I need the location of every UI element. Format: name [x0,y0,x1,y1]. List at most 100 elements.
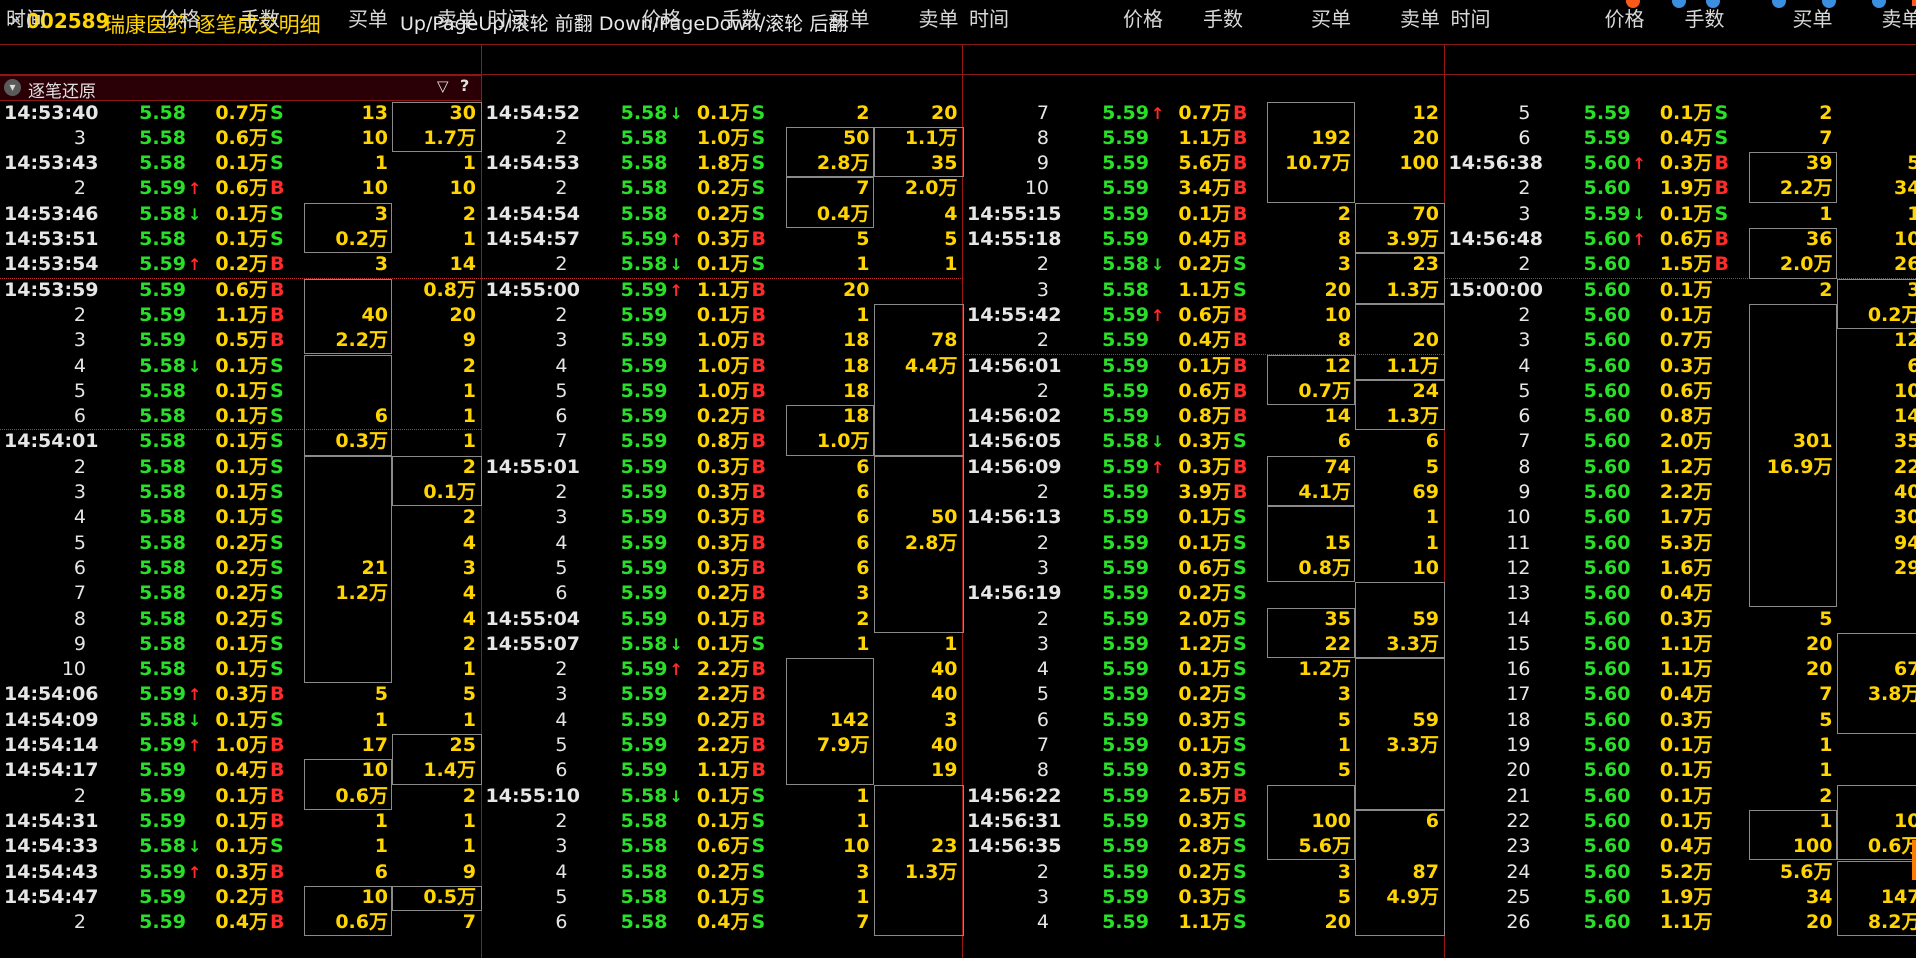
tick-row[interactable]: 14:54:06 5.59 ↑ 0.3万 B 5 5 [0,682,481,707]
tick-row[interactable]: 10 5.60 1.7万 30 [1445,505,1916,530]
tick-volume: 1.1万 [1659,658,1713,681]
tick-row[interactable]: 7 5.59 ↑ 0.7万 B 12 [963,101,1444,126]
tick-row[interactable]: 4 5.58 ↓ 0.1万 S 2 [0,354,481,379]
tick-row[interactable]: 14:56:48 5.60 ↑ 0.6万 B 36 10 [1445,227,1916,252]
tick-row[interactable]: 5 5.58 0.2万 S 4 [0,531,481,556]
tick-row[interactable]: 13 5.60 0.4万 [1445,581,1916,606]
tick-row[interactable]: 19 5.60 0.1万 1 [1445,733,1916,758]
tick-row[interactable]: 6 5.59 0.4万 S 7 [1445,126,1916,151]
tick-row[interactable]: 14:53:59 5.59 0.6万 B 0.8万 [0,278,481,303]
tick-row[interactable]: 2 5.59 3.9万 B 4.1万 69 [963,480,1444,505]
tick-row[interactable]: 14:54:09 5.58 ↓ 0.1万 S 1 1 [0,708,481,733]
sell-order: 1 [1425,506,1439,529]
tick-time: 2 [555,177,568,200]
buy-order-group [785,126,874,178]
tick-row[interactable]: 2 5.60 1.5万 B 2.0万 26 [1445,252,1916,277]
tick-row[interactable]: 20 5.60 0.1万 1 [1445,758,1916,783]
tick-price: 5.59 [620,329,668,352]
tick-time: 14:56:31 [967,809,1062,832]
tick-row[interactable]: 2 5.59 ↑ 2.2万 B 40 [482,657,963,682]
tick-row[interactable]: 14:53:54 5.59 ↑ 0.2万 B 3 14 [0,252,481,277]
tick-direction: B [751,405,766,428]
tick-row[interactable]: 8 5.60 1.2万 16.9万 22 [1445,455,1916,480]
tick-row[interactable]: 5 5.60 0.6万 10 [1445,379,1916,404]
tick-row[interactable]: 2 5.59 0.4万 B 0.6万 7 [0,910,481,935]
tick-price: 5.58 [620,809,668,832]
restore-bar[interactable]: ▾ 逐笔还原 ▽ ? [0,75,481,102]
tick-row[interactable]: 7 5.58 0.2万 S 1.2万 4 [0,581,481,606]
tick-price: 5.59 [1102,379,1149,402]
tick-row[interactable]: 6 5.60 0.8万 14 [1445,404,1916,429]
tick-volume: 2.0万 [1178,607,1231,630]
tick-row[interactable]: 14 5.60 0.3万 5 [1445,607,1916,632]
tick-volume: 0.6万 [1659,228,1713,250]
tick-row[interactable]: 3 5.60 0.7万 12 [1445,328,1916,353]
tick-row[interactable]: 2 5.59 ↑ 0.6万 B 10 10 [0,176,481,201]
tick-row[interactable]: 6 5.58 0.1万 S 6 1 [0,404,481,429]
tick-row[interactable]: 14:53:43 5.58 0.1万 S 1 1 [0,151,481,176]
tick-row[interactable]: 10 5.59 3.4万 B [963,176,1444,201]
tick-time: 5 [73,531,86,554]
tick-row[interactable]: 7 5.60 2.0万 301 35 [1445,429,1916,454]
tick-row[interactable]: 9 5.60 2.2万 40 [1445,480,1916,505]
filter-icon[interactable]: ▽ [437,77,449,95]
tick-row[interactable]: 4 5.60 0.3万 6 [1445,354,1916,379]
tick-row[interactable]: 11 5.60 5.3万 94 [1445,531,1916,556]
tick-row[interactable]: 14:56:05 5.58 ↓ 0.3万 S 6 6 [963,429,1444,454]
scroll-marker[interactable] [1912,840,1916,880]
tick-row[interactable]: 2 5.58 0.2万 S 7 2.0万 [482,176,963,201]
tick-row[interactable]: 2 5.59 0.1万 B 0.6万 2 [0,784,481,809]
tick-price: 5.58 [139,556,186,579]
tick-row[interactable]: 14:53:46 5.58 ↓ 0.1万 S 3 2 [0,202,481,227]
tick-row[interactable]: 14:56:13 5.59 0.1万 S 1 [963,505,1444,530]
tick-row[interactable]: 14:55:07 5.58 ↓ 0.1万 S 1 1 [482,632,963,657]
tick-row[interactable]: 6 5.59 1.1万 B 19 [482,758,963,783]
scroll-marker[interactable] [1912,0,1916,6]
sell-order: 1 [462,809,476,832]
tick-row[interactable]: 3 5.59 0.6万 S 0.8万 10 [963,556,1444,581]
tick-direction: B [751,658,766,681]
buy-order: 3 [1337,683,1351,706]
restore-label[interactable]: 逐笔还原 [28,77,96,102]
chevron-down-icon[interactable]: ▾ [4,79,21,96]
tick-row[interactable]: 10 5.58 0.1万 S 1 [0,657,481,682]
tick-row[interactable]: 14:54:52 5.58 ↓ 0.1万 S 2 20 [482,101,963,126]
tick-row[interactable]: 2 5.58 ↓ 0.1万 S 1 1 [482,252,963,277]
tick-row[interactable]: 14:54:33 5.58 ↓ 0.1万 S 1 1 [0,834,481,859]
tick-row[interactable]: 14:54:01 5.58 0.1万 S 0.3万 1 [0,429,481,454]
tick-row[interactable]: 14:54:31 5.59 0.1万 B 1 1 [0,809,481,834]
tick-row[interactable]: 2 5.60 1.9万 B 2.2万 34 [1445,176,1916,201]
tick-price: 5.59 [139,329,186,352]
tick-row[interactable]: 14:53:51 5.58 0.1万 S 0.2万 1 [0,227,481,252]
tick-row[interactable]: 14:55:00 5.59 ↑ 1.1万 B 20 [482,278,963,303]
tick-row[interactable]: 4 5.58 0.1万 S 2 [0,505,481,530]
tick-row[interactable]: 6 5.58 0.2万 S 21 3 [0,556,481,581]
tick-row[interactable]: 8 5.58 0.2万 S 4 [0,607,481,632]
tick-volume: 0.7万 [1178,101,1231,124]
tick-price: 5.59 [620,556,668,579]
tick-row[interactable]: 5 5.59 0.1万 S 2 [1445,101,1916,126]
tick-row[interactable]: 5 5.58 0.1万 S 1 [0,379,481,404]
tick-row[interactable]: 14:56:38 5.60 ↑ 0.3万 B 39 5 [1445,151,1916,176]
tick-volume: 0.2万 [1178,860,1231,883]
tick-row[interactable]: 14:56:09 5.59 ↑ 0.3万 B 74 5 [963,455,1444,480]
buy-order: 6 [856,455,870,478]
tick-row[interactable]: 4 5.59 0.2万 B 142 3 [482,708,963,733]
tick-row[interactable]: 9 5.59 5.6万 B 10.7万 100 [963,151,1444,176]
tick-row[interactable]: 2 5.59 0.1万 S 15 1 [963,531,1444,556]
tick-row[interactable]: 2 5.59 1.1万 B 40 20 [0,303,481,328]
tick-row[interactable]: 8 5.59 1.1万 B 192 20 [963,126,1444,151]
help-icon[interactable]: ? [460,76,469,95]
tick-row[interactable]: 14:54:54 5.58 0.2万 S 0.4万 4 [482,202,963,227]
tick-row[interactable]: 12 5.60 1.6万 29 [1445,556,1916,581]
tick-row[interactable]: 5 5.59 2.2万 B 7.9万 40 [482,733,963,758]
buy-order-group [1748,303,1837,608]
tick-row[interactable]: 14:54:43 5.59 ↑ 0.3万 B 6 9 [0,860,481,885]
buy-order-group [1267,607,1355,659]
tick-row[interactable]: 14:54:57 5.59 ↑ 0.3万 B 5 5 [482,227,963,252]
tick-row[interactable]: 9 5.58 0.1万 S 2 [0,632,481,657]
tick-row[interactable]: 3 5.59 2.2万 B 40 [482,682,963,707]
tick-row[interactable]: 3 5.59 0.5万 B 2.2万 9 [0,328,481,353]
tick-row[interactable]: 3 5.59 ↓ 0.1万 S 1 1 [1445,202,1916,227]
tick-volume: 0.1万 [696,303,750,326]
